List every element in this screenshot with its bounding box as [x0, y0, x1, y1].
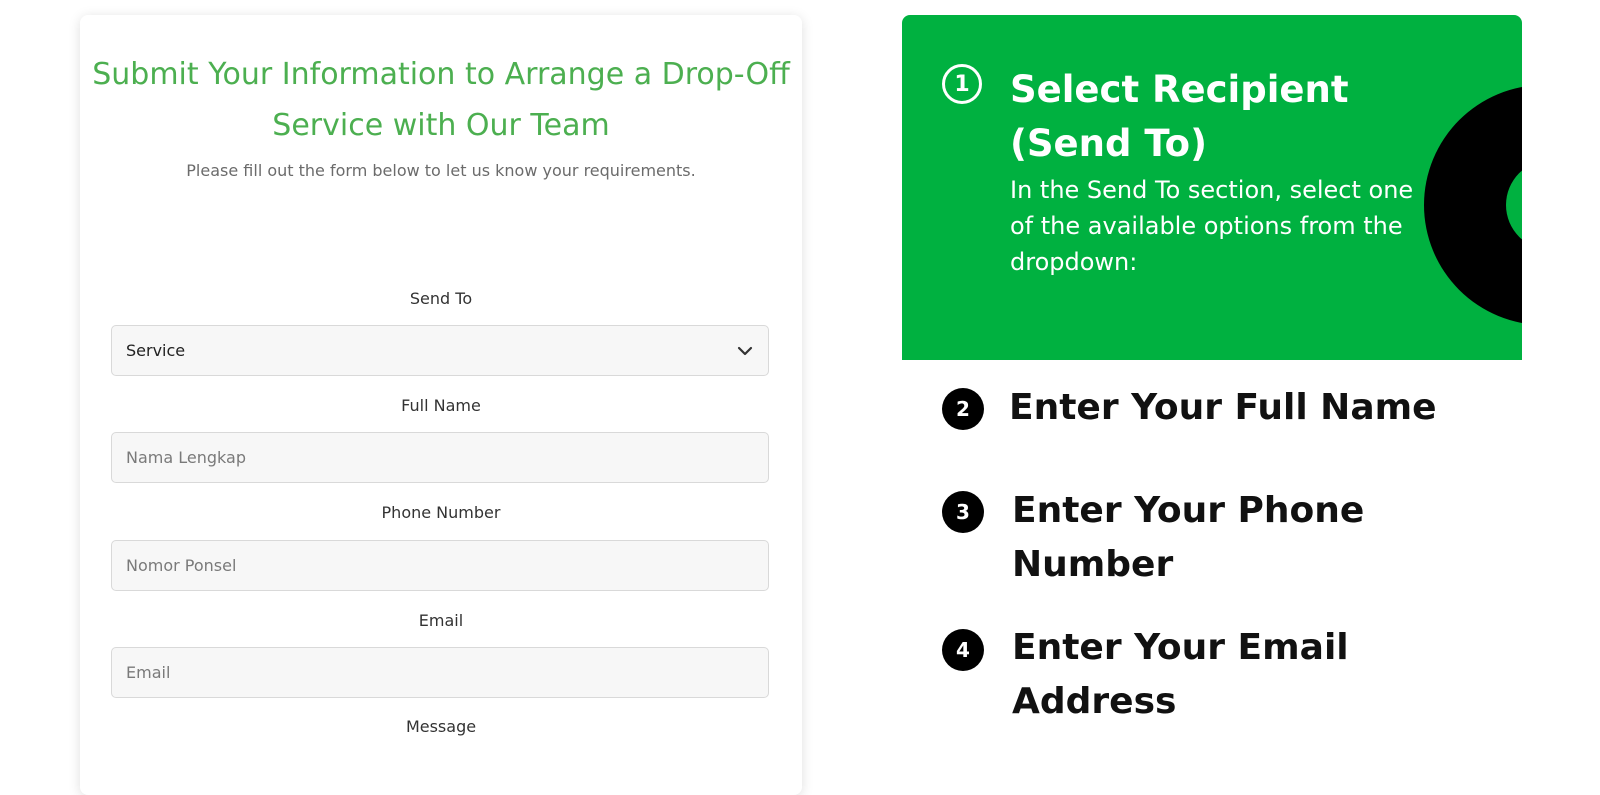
full-name-label: Full Name: [401, 396, 481, 415]
form-subtitle: Please fill out the form below to let us…: [186, 161, 696, 180]
phone-number-label: Phone Number: [381, 503, 501, 522]
step-1-description: In the Send To section, select one of th…: [1010, 176, 1414, 276]
step-4-title: Enter Your Email Address: [1012, 627, 1349, 722]
chevron-down-icon: [737, 346, 753, 355]
send-to-label: Send To: [409, 289, 473, 308]
form-title: Submit Your Information to Arrange a Dro…: [92, 57, 790, 143]
step-1-number-badge: 1: [942, 64, 982, 104]
message-label: Message: [405, 717, 477, 736]
phone-number-input[interactable]: [111, 540, 769, 591]
step-2-title: Enter Your Full Name: [1009, 387, 1437, 428]
instruction-guide: 1 Select Recipient (Send To) In the Send…: [902, 15, 1522, 765]
step-3-title: Enter Your Phone Number: [1012, 490, 1365, 585]
step-1-panel: 1 Select Recipient (Send To) In the Send…: [902, 15, 1522, 360]
step-2-number-badge: 2: [942, 388, 984, 430]
full-name-input[interactable]: [111, 432, 769, 483]
dropoff-form-card: Submit Your Information to Arrange a Dro…: [80, 15, 802, 795]
send-to-selected-value: Service: [126, 341, 186, 360]
step-3-number-badge: 3: [942, 491, 984, 533]
step-1-title: Select Recipient (Send To): [1010, 68, 1349, 165]
step-4-number-badge: 4: [942, 629, 984, 671]
email-input[interactable]: [111, 647, 769, 698]
email-label: Email: [418, 611, 464, 630]
send-to-select[interactable]: Service: [111, 325, 769, 376]
